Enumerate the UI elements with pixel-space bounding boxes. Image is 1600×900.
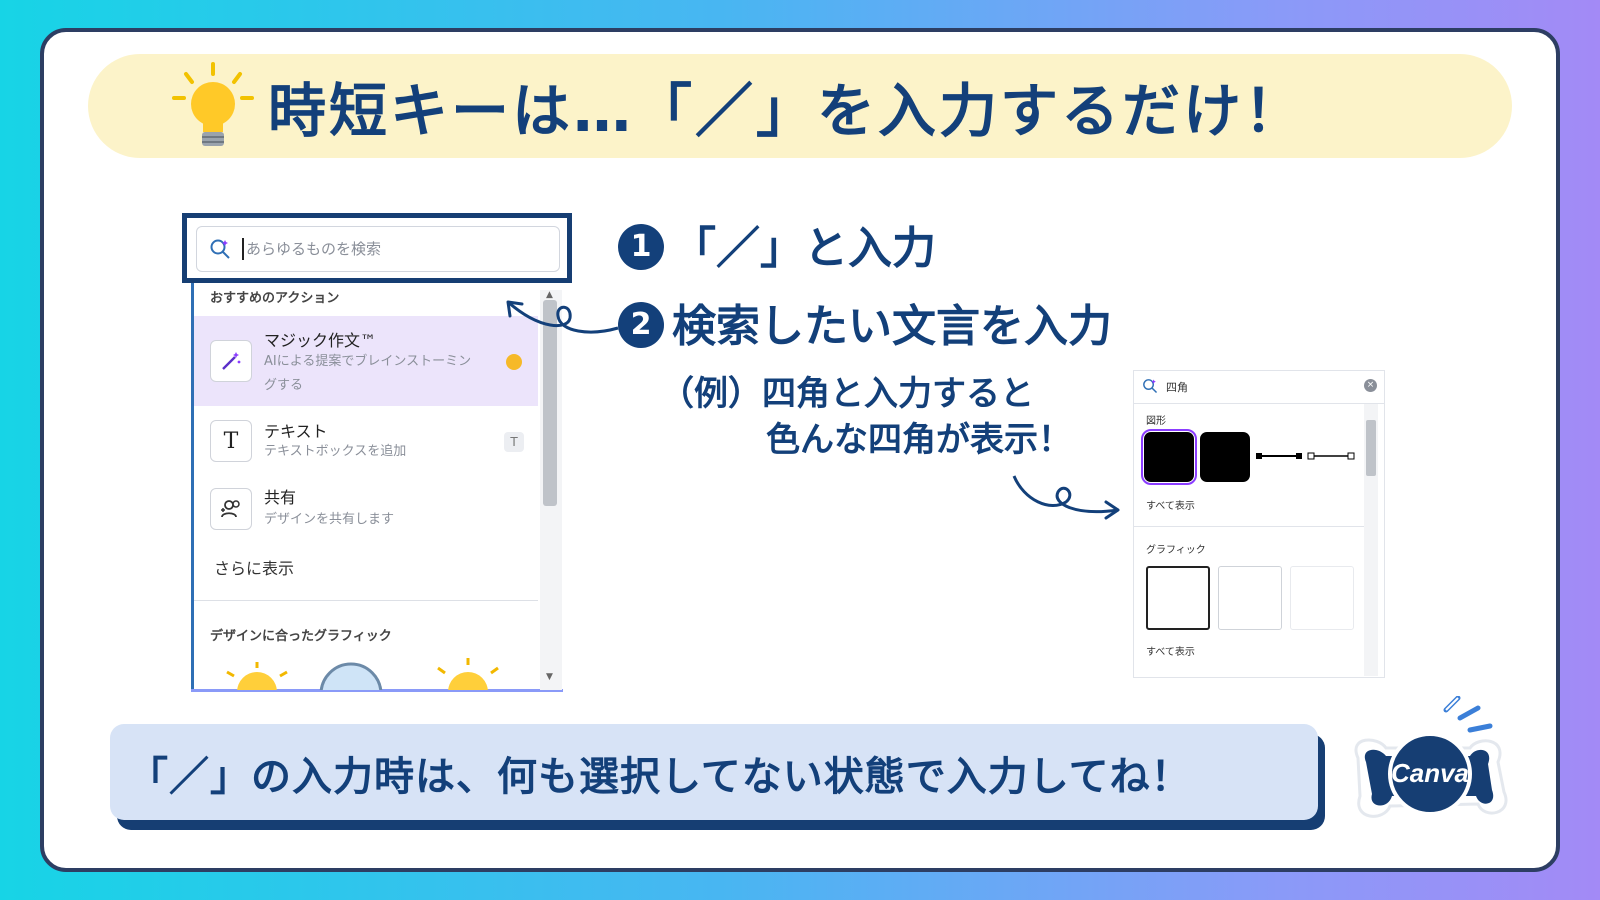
magic-wand-icon (210, 340, 252, 382)
graphic-square-1[interactable] (1146, 566, 1210, 630)
example-line-1: （例）四角と入力すると (660, 374, 1034, 414)
crown-pro-icon (506, 354, 522, 370)
text-t-icon: T (210, 420, 252, 462)
sun-graphic-thumb-2[interactable] (430, 658, 506, 712)
results-search-value: 四角 (1166, 381, 1188, 394)
curly-arrow-right-icon (1010, 470, 1126, 534)
section-graphics: デザインに合ったグラフィック (210, 629, 392, 644)
step-1-text: 「／」と入力 (672, 223, 936, 274)
shapes-label: 図形 (1146, 416, 1166, 427)
sun-graphic-thumb[interactable] (222, 662, 292, 712)
scroll-down-arrow-icon[interactable]: ▼ (546, 672, 553, 682)
see-all-graphics-link[interactable]: すべて表示 (1146, 643, 1195, 658)
step-1: 1 「／」と入力 (618, 212, 936, 276)
line-shapes[interactable] (1256, 448, 1356, 467)
step-2-number: 2 (618, 302, 664, 348)
graphics-label: グラフィック (1146, 545, 1206, 556)
canva-logo: Canva (1338, 695, 1518, 840)
canva-logo-text: Canva (1391, 758, 1469, 788)
text-item-desc: テキストボックスを追加 (264, 444, 407, 459)
graphic-square-2[interactable] (1218, 566, 1282, 630)
share-item-desc: デザインを共有します (264, 512, 395, 527)
curly-arrow-icon (500, 290, 620, 354)
magic-write-desc-2: グする (264, 378, 304, 393)
divider (194, 600, 538, 601)
magic-write-desc: AIによる提案でブレインストーミン (264, 354, 472, 369)
text-caret (242, 238, 244, 260)
search-results-panel (1133, 370, 1385, 678)
results-divider (1134, 526, 1364, 527)
shortcut-badge: T (504, 432, 524, 452)
example-line-2: 色んな四角が表示！ (766, 420, 1072, 460)
glass-ball-graphic-thumb[interactable] (316, 660, 386, 726)
magic-write-title: マジック作文™ (264, 331, 377, 350)
results-scrollbar-thumb[interactable] (1366, 420, 1376, 476)
square-shape[interactable] (1200, 432, 1250, 482)
show-more-link[interactable]: さらに表示 (214, 555, 294, 579)
text-item-title[interactable]: テキスト (264, 418, 328, 442)
square-shape-rounded[interactable] (1141, 429, 1197, 485)
clear-search-icon[interactable]: × (1364, 379, 1377, 392)
step-2: 2 検索したい文言を入力 (618, 290, 1112, 354)
see-all-shapes-link[interactable]: すべて表示 (1146, 497, 1195, 512)
share-item-title[interactable]: 共有 (264, 484, 296, 508)
lightbulb-icon (168, 60, 258, 156)
bottom-note: 「／」の入力時は、何も選択してない状態で入力してね！ (128, 754, 1192, 800)
section-recommended-actions: おすすめのアクション (210, 291, 340, 306)
step-1-number: 1 (618, 224, 664, 270)
magic-search-icon-small (1142, 378, 1158, 398)
step-2-text: 検索したい文言を入力 (672, 301, 1112, 352)
share-people-icon (210, 488, 252, 530)
magic-search-icon (209, 238, 231, 264)
graphic-square-3[interactable] (1290, 566, 1354, 630)
search-placeholder: あらゆるものを検索 (246, 240, 382, 258)
page-title: 時短キーは…「／」を入力するだけ！ (268, 77, 1306, 145)
